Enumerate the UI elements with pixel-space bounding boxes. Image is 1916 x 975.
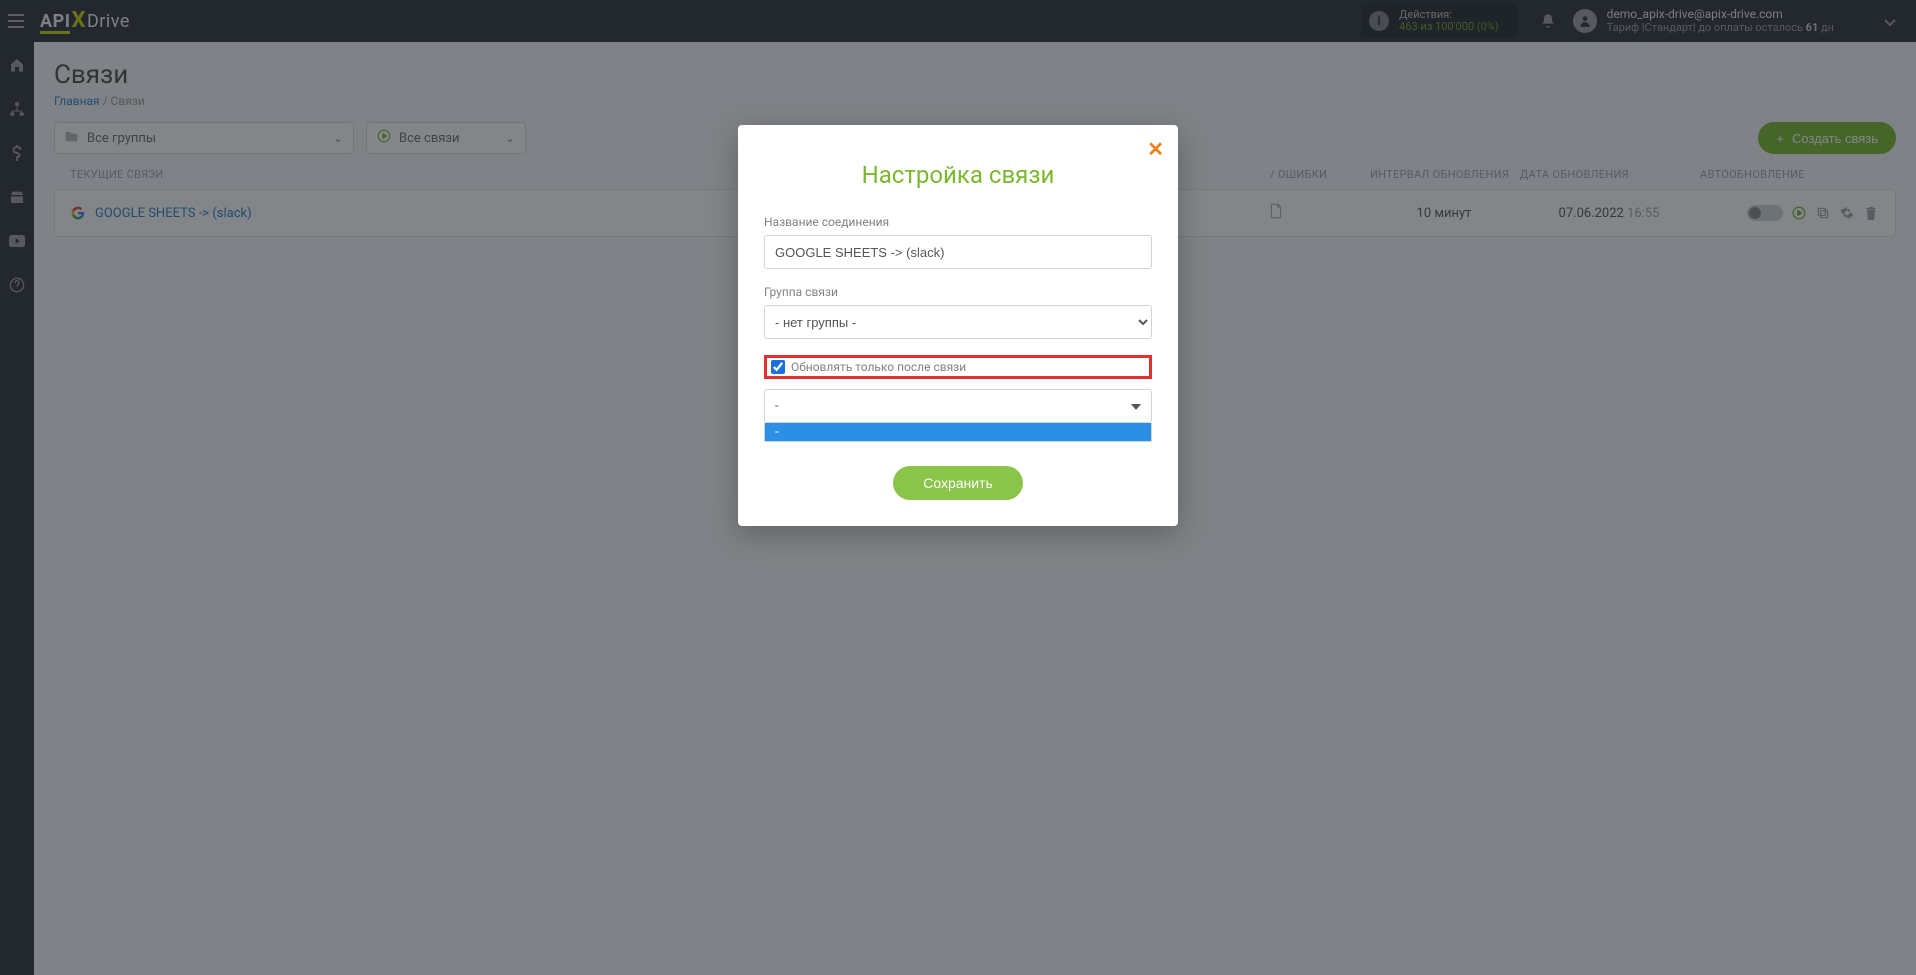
connection-name-input[interactable] — [764, 235, 1152, 269]
save-button[interactable]: Сохранить — [893, 466, 1023, 500]
connection-settings-modal: ✕ Настройка связи Название соединения Гр… — [738, 125, 1178, 526]
label-connection-name: Название соединения — [764, 215, 1152, 229]
dependent-connection-option[interactable]: - — [765, 423, 1151, 441]
connection-group-select[interactable]: - нет группы - — [764, 305, 1152, 339]
update-after-checkbox-row: Обновлять только после связи — [764, 355, 1152, 379]
update-after-checkbox[interactable] — [771, 360, 785, 374]
save-button-label: Сохранить — [923, 475, 993, 491]
update-after-label[interactable]: Обновлять только после связи — [791, 360, 966, 374]
modal-title: Настройка связи — [764, 161, 1152, 189]
close-icon[interactable]: ✕ — [1147, 137, 1164, 161]
chevron-down-icon — [1131, 399, 1141, 414]
label-connection-group: Группа связи — [764, 285, 1152, 299]
dependent-connection-select[interactable]: - — [764, 389, 1152, 423]
dependent-connection-options: - — [764, 423, 1152, 442]
dependent-connection-value: - — [775, 399, 779, 414]
